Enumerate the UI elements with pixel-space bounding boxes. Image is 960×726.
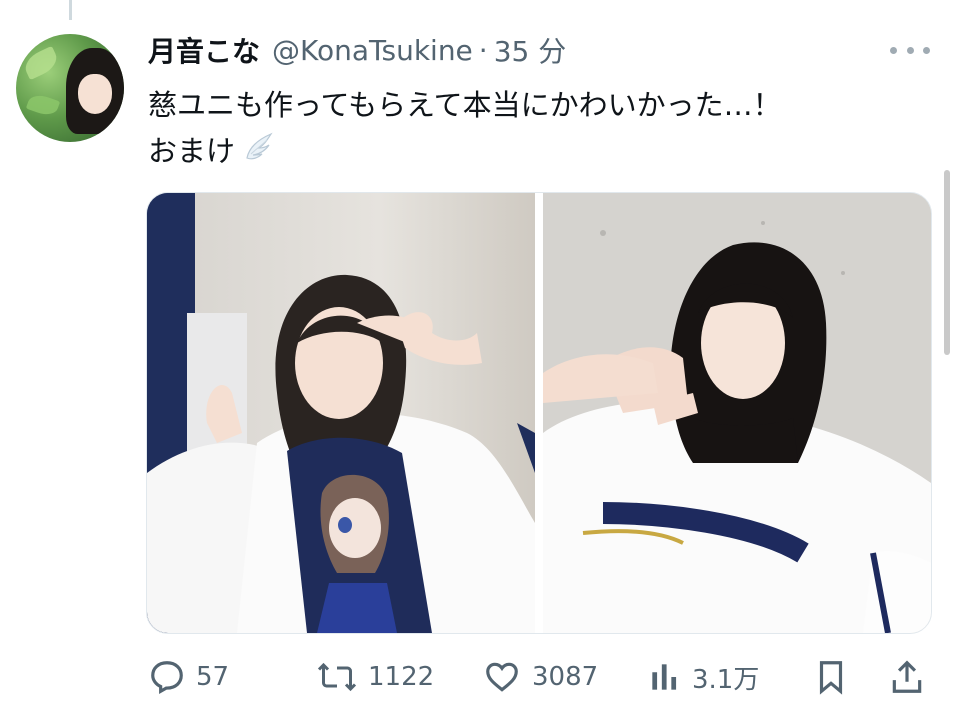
wing-emoji-icon xyxy=(241,130,275,177)
more-dot xyxy=(923,46,930,54)
avatar-leaf xyxy=(20,45,62,81)
more-icon[interactable] xyxy=(890,40,930,60)
heart-icon xyxy=(482,658,522,696)
timestamp[interactable]: 35 分 xyxy=(494,30,567,70)
more-dot xyxy=(906,46,914,54)
more-dot xyxy=(890,46,897,54)
tweet-text-line-2: おまけ xyxy=(148,134,236,168)
media-grid xyxy=(146,192,932,634)
action-bar: 57 1122 3087 3.1万 xyxy=(146,650,936,704)
views-icon xyxy=(648,658,682,696)
bookmark-icon xyxy=(814,658,848,696)
share-icon xyxy=(888,658,926,696)
share-button[interactable] xyxy=(888,650,926,704)
reply-count: 57 xyxy=(196,662,230,692)
reply-button[interactable]: 57 xyxy=(148,650,229,704)
tweet-header: 月音こな @KonaTsukine · 35 分 xyxy=(148,30,566,70)
tweet-text-line: 慈ユニも作ってもらえて本当にかわいかった…！ xyxy=(148,88,782,122)
separator-dot: · xyxy=(478,33,488,67)
retweet-count: 1122 xyxy=(368,662,435,692)
photo-right-illustration xyxy=(543,193,931,633)
like-button[interactable]: 3087 xyxy=(482,650,598,704)
display-name[interactable]: 月音こな xyxy=(148,30,260,70)
views-count: 3.1万 xyxy=(692,664,760,695)
retweet-button[interactable]: 1122 xyxy=(316,650,434,704)
like-count: 3087 xyxy=(532,662,599,692)
avatar-leaf xyxy=(25,91,61,119)
user-handle[interactable]: @KonaTsukine xyxy=(272,34,473,67)
tweet-text: 慈ユニも作ってもらえて本当にかわいかった…！ おまけ xyxy=(148,82,928,177)
reply-icon xyxy=(148,658,186,696)
retweet-icon xyxy=(316,658,358,696)
photo-left[interactable] xyxy=(147,193,535,633)
tweet-text-line: おまけ xyxy=(148,128,928,177)
avatar-face xyxy=(78,74,112,114)
photo-left-illustration xyxy=(147,193,535,633)
photo-right[interactable] xyxy=(543,193,931,633)
thread-connector-line xyxy=(69,0,72,20)
views-button[interactable]: 3.1万 xyxy=(648,650,759,704)
bookmark-button[interactable] xyxy=(814,650,848,704)
avatar[interactable] xyxy=(16,34,124,142)
scrollbar[interactable] xyxy=(944,170,950,355)
